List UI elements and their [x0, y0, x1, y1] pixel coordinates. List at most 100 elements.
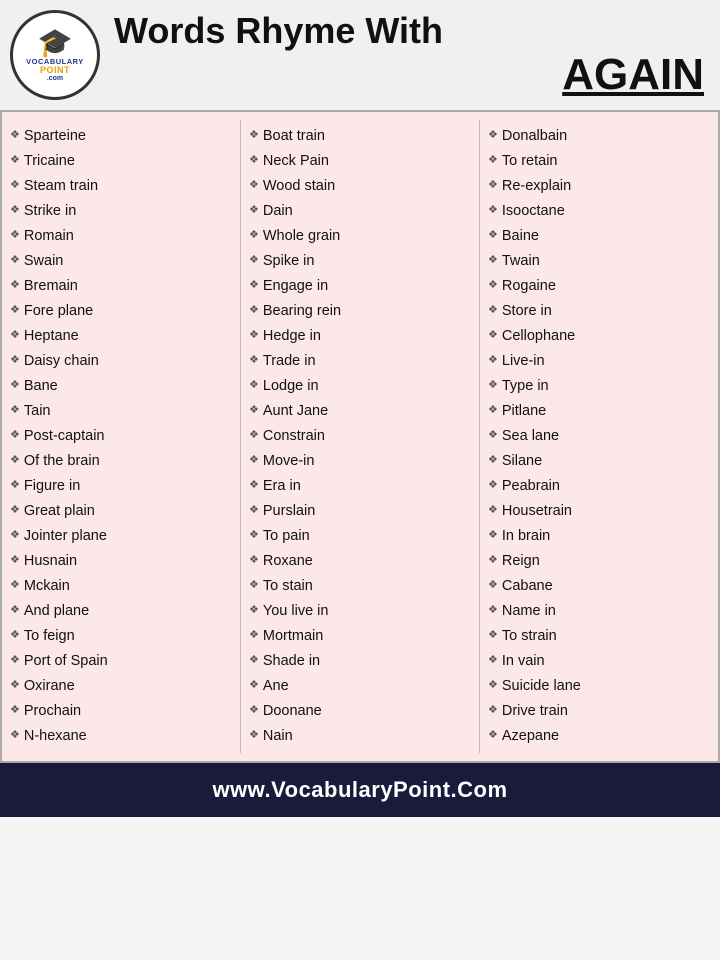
- list-item: ❖Neck Pain: [249, 149, 471, 174]
- word-label: Swain: [24, 251, 64, 272]
- word-label: Great plain: [24, 501, 95, 522]
- list-item: ❖Tricaine: [10, 149, 232, 174]
- word-label: Romain: [24, 226, 74, 247]
- diamond-icon: ❖: [10, 478, 20, 494]
- word-label: Sparteine: [24, 126, 86, 147]
- word-label: Ane: [263, 676, 289, 697]
- diamond-icon: ❖: [488, 653, 498, 669]
- diamond-icon: ❖: [488, 178, 498, 194]
- list-item: ❖Tain: [10, 399, 232, 424]
- word-label: Mckain: [24, 576, 70, 597]
- word-label: To stain: [263, 576, 313, 597]
- list-item: ❖Roxane: [249, 549, 471, 574]
- list-item: ❖Housetrain: [488, 499, 710, 524]
- list-item: ❖Store in: [488, 299, 710, 324]
- list-item: ❖Figure in: [10, 474, 232, 499]
- word-label: Dain: [263, 201, 293, 222]
- word-label: Neck Pain: [263, 151, 329, 172]
- diamond-icon: ❖: [249, 528, 259, 544]
- word-label: Wood stain: [263, 176, 335, 197]
- list-item: ❖Silane: [488, 449, 710, 474]
- list-item: ❖Dain: [249, 199, 471, 224]
- list-item: ❖Heptane: [10, 324, 232, 349]
- list-item: ❖Rogaine: [488, 274, 710, 299]
- list-item: ❖Baine: [488, 224, 710, 249]
- list-item: ❖Oxirane: [10, 674, 232, 699]
- diamond-icon: ❖: [10, 403, 20, 419]
- footer-text: www.VocabularyPoint.Com: [10, 777, 710, 803]
- diamond-icon: ❖: [488, 503, 498, 519]
- word-label: Aunt Jane: [263, 401, 328, 422]
- word-label: Cellophane: [502, 326, 575, 347]
- word-label: Era in: [263, 476, 301, 497]
- diamond-icon: ❖: [10, 378, 20, 394]
- content-area: ❖Sparteine❖Tricaine❖Steam train❖Strike i…: [0, 110, 720, 763]
- list-item: ❖Strike in: [10, 199, 232, 224]
- diamond-icon: ❖: [10, 678, 20, 694]
- diamond-icon: ❖: [10, 603, 20, 619]
- list-item: ❖Suicide lane: [488, 674, 710, 699]
- diamond-icon: ❖: [10, 528, 20, 544]
- word-label: N-hexane: [24, 726, 87, 747]
- word-label: Prochain: [24, 701, 81, 722]
- diamond-icon: ❖: [249, 603, 259, 619]
- word-label: Peabrain: [502, 476, 560, 497]
- column-1: ❖Sparteine❖Tricaine❖Steam train❖Strike i…: [2, 120, 241, 753]
- diamond-icon: ❖: [10, 328, 20, 344]
- list-item: ❖And plane: [10, 599, 232, 624]
- diamond-icon: ❖: [249, 353, 259, 369]
- word-label: Figure in: [24, 476, 80, 497]
- title-line2: AGAIN: [114, 51, 704, 99]
- word-label: And plane: [24, 601, 89, 622]
- diamond-icon: ❖: [249, 228, 259, 244]
- word-label: Trade in: [263, 351, 316, 372]
- diamond-icon: ❖: [488, 353, 498, 369]
- word-label: Name in: [502, 601, 556, 622]
- word-label: Constrain: [263, 426, 325, 447]
- diamond-icon: ❖: [10, 178, 20, 194]
- diamond-icon: ❖: [10, 128, 20, 144]
- word-label: Doonane: [263, 701, 322, 722]
- list-item: ❖Sparteine: [10, 124, 232, 149]
- word-label: You live in: [263, 601, 329, 622]
- list-item: ❖Whole grain: [249, 224, 471, 249]
- diamond-icon: ❖: [488, 603, 498, 619]
- diamond-icon: ❖: [10, 428, 20, 444]
- word-label: Oxirane: [24, 676, 75, 697]
- list-item: ❖In brain: [488, 524, 710, 549]
- word-label: Roxane: [263, 551, 313, 572]
- diamond-icon: ❖: [10, 628, 20, 644]
- diamond-icon: ❖: [249, 328, 259, 344]
- word-label: Isooctane: [502, 201, 565, 222]
- diamond-icon: ❖: [10, 653, 20, 669]
- word-label: Donalbain: [502, 126, 567, 147]
- diamond-icon: ❖: [488, 153, 498, 169]
- diamond-icon: ❖: [488, 553, 498, 569]
- list-item: ❖Name in: [488, 599, 710, 624]
- diamond-icon: ❖: [10, 703, 20, 719]
- list-item: ❖Engage in: [249, 274, 471, 299]
- header-title: Words Rhyme With AGAIN: [114, 11, 704, 99]
- list-item: ❖Pitlane: [488, 399, 710, 424]
- diamond-icon: ❖: [10, 353, 20, 369]
- diamond-icon: ❖: [488, 453, 498, 469]
- diamond-icon: ❖: [10, 453, 20, 469]
- diamond-icon: ❖: [249, 653, 259, 669]
- diamond-icon: ❖: [10, 203, 20, 219]
- list-item: ❖Spike in: [249, 249, 471, 274]
- diamond-icon: ❖: [249, 628, 259, 644]
- list-item: ❖Azepane: [488, 724, 710, 749]
- diamond-icon: ❖: [249, 178, 259, 194]
- list-item: ❖Live-in: [488, 349, 710, 374]
- diamond-icon: ❖: [10, 278, 20, 294]
- diamond-icon: ❖: [249, 403, 259, 419]
- diamond-icon: ❖: [249, 428, 259, 444]
- list-item: ❖To pain: [249, 524, 471, 549]
- diamond-icon: ❖: [488, 628, 498, 644]
- list-item: ❖Lodge in: [249, 374, 471, 399]
- word-label: Fore plane: [24, 301, 93, 322]
- word-label: Shade in: [263, 651, 320, 672]
- diamond-icon: ❖: [10, 303, 20, 319]
- list-item: ❖Fore plane: [10, 299, 232, 324]
- diamond-icon: ❖: [488, 253, 498, 269]
